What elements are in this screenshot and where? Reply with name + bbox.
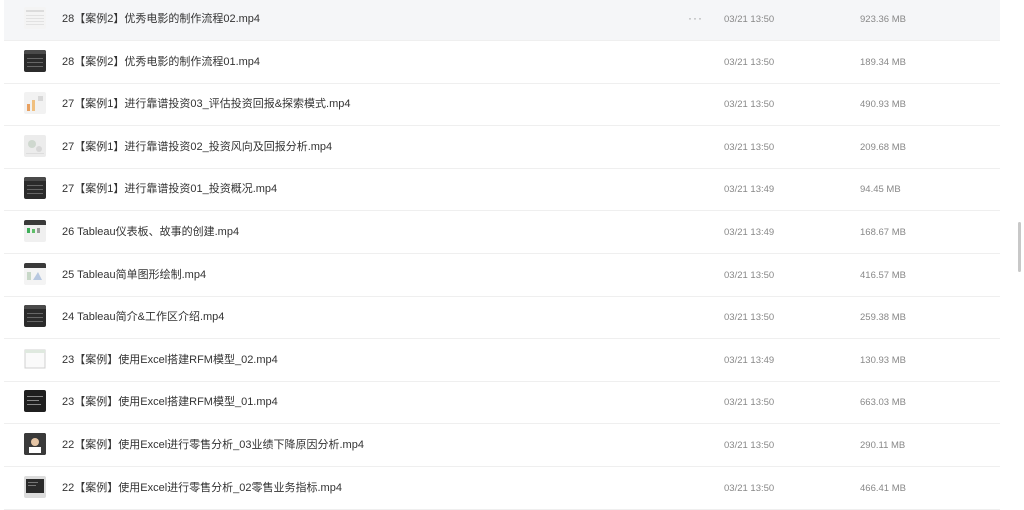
file-name[interactable]: 28【案例2】优秀电影的制作流程02.mp4: [62, 0, 260, 40]
file-name[interactable]: 27【案例1】进行靠谱投资01_投资概况.mp4: [62, 169, 277, 210]
file-row[interactable]: 22【案例】使用Excel进行零售分析_03业绩下降原因分析.mp4 03/21 …: [4, 425, 1000, 467]
modified-date: 03/21 13:50: [724, 99, 775, 111]
modified-date: 03/21 13:49: [724, 184, 775, 196]
file-name[interactable]: 23【案例】使用Excel搭建RFM模型_02.mp4: [62, 340, 278, 381]
video-thumbnail-icon: [24, 390, 46, 413]
file-row[interactable]: 28【案例2】优秀电影的制作流程01.mp4 03/21 13:50 189.34 …: [4, 42, 1000, 84]
file-row[interactable]: 23【案例】使用Excel搭建RFM模型_02.mp4 03/21 13:49 13…: [4, 340, 1000, 382]
file-name[interactable]: 28【案例2】优秀电影的制作流程01.mp4: [62, 42, 260, 83]
file-name[interactable]: 22【案例】使用Excel进行零售分析_02零售业务指标.mp4: [62, 468, 342, 509]
file-name[interactable]: 25 Tableau简单图形绘制.mp4: [62, 255, 206, 296]
modified-date: 03/21 13:50: [724, 56, 775, 68]
file-size: 259.38 MB: [860, 312, 906, 324]
file-row[interactable]: 28【案例2】优秀电影的制作流程02.mp4 ··· 03/21 13:50 923.…: [4, 0, 1000, 41]
modified-date: 03/21 13:50: [724, 482, 775, 494]
video-thumbnail-icon: [24, 177, 46, 200]
file-name[interactable]: 22【案例】使用Excel进行零售分析_03业绩下降原因分析.mp4: [62, 425, 364, 466]
file-row[interactable]: 27【案例1】进行靠谱投资03_评估投资回报&探索模式.mp4 03/21 13:…: [4, 84, 1000, 127]
modified-date: 03/21 13:50: [724, 312, 775, 324]
file-name[interactable]: 26 Tableau仪表板、故事的创建.mp4: [62, 212, 239, 253]
modified-date: 03/21 13:50: [724, 269, 775, 281]
scrollbar-thumb[interactable]: [1018, 222, 1021, 272]
vertical-scrollbar[interactable]: [1014, 0, 1024, 495]
file-size: 168.67 MB: [860, 227, 906, 238]
video-thumbnail-icon: [24, 433, 46, 455]
video-thumbnail-icon: [24, 49, 46, 72]
file-size: 209.68 MB: [860, 141, 906, 153]
file-row[interactable]: 24 Tableau简介&工作区介绍.mp4 03/21 13:50 259.38 …: [4, 297, 1000, 340]
file-name[interactable]: 27【案例1】进行靠谱投资03_评估投资回报&探索模式.mp4: [62, 84, 351, 125]
video-thumbnail-icon: [24, 475, 46, 498]
file-row[interactable]: 26 Tableau仪表板、故事的创建.mp4 03/21 13:49 168.67…: [4, 212, 1000, 254]
file-row[interactable]: 25 Tableau简单图形绘制.mp4 03/21 13:50 416.57 MB: [4, 255, 1000, 297]
file-size: 663.03 MB: [860, 397, 906, 409]
file-name[interactable]: 27【案例1】进行靠谱投资02_投资风向及回报分析.mp4: [62, 127, 332, 168]
file-size: 416.57 MB: [860, 269, 906, 281]
file-row[interactable]: 27【案例1】进行靠谱投资02_投资风向及回报分析.mp4 03/21 13:50…: [4, 127, 1000, 169]
file-row[interactable]: 27【案例1】进行靠谱投资01_投资概况.mp4 03/21 13:49 94.45…: [4, 169, 1000, 212]
modified-date: 03/21 13:50: [724, 14, 775, 25]
file-list: 28【案例2】优秀电影的制作流程02.mp4 ··· 03/21 13:50 923.…: [0, 0, 1000, 510]
modified-date: 03/21 13:49: [724, 354, 775, 366]
modified-date: 03/21 13:50: [724, 397, 775, 409]
video-thumbnail-icon: [24, 134, 46, 157]
file-size: 923.36 MB: [860, 14, 906, 25]
file-size: 130.93 MB: [860, 354, 906, 366]
file-size: 290.11 MB: [860, 440, 906, 451]
video-thumbnail-icon: [24, 347, 46, 370]
video-thumbnail-icon: [24, 7, 46, 29]
file-name[interactable]: 24 Tableau简介&工作区介绍.mp4: [62, 297, 224, 338]
file-size: 189.34 MB: [860, 56, 906, 68]
file-name[interactable]: 23【案例】使用Excel搭建RFM模型_01.mp4: [62, 382, 278, 423]
video-thumbnail-icon: [24, 220, 46, 242]
file-size: 490.93 MB: [860, 99, 906, 111]
file-row[interactable]: 23【案例】使用Excel搭建RFM模型_01.mp4 03/21 13:50 66…: [4, 382, 1000, 425]
file-size: 94.45 MB: [860, 184, 901, 196]
video-thumbnail-icon: [24, 92, 46, 115]
modified-date: 03/21 13:49: [724, 227, 775, 238]
modified-date: 03/21 13:50: [724, 141, 775, 153]
video-thumbnail-icon: [24, 262, 46, 285]
more-options-icon[interactable]: ···: [688, 0, 703, 40]
file-size: 466.41 MB: [860, 482, 906, 494]
file-row[interactable]: 22【案例】使用Excel进行零售分析_02零售业务指标.mp4 03/21 13…: [4, 468, 1000, 510]
video-thumbnail-icon: [24, 305, 46, 328]
modified-date: 03/21 13:50: [724, 440, 775, 451]
